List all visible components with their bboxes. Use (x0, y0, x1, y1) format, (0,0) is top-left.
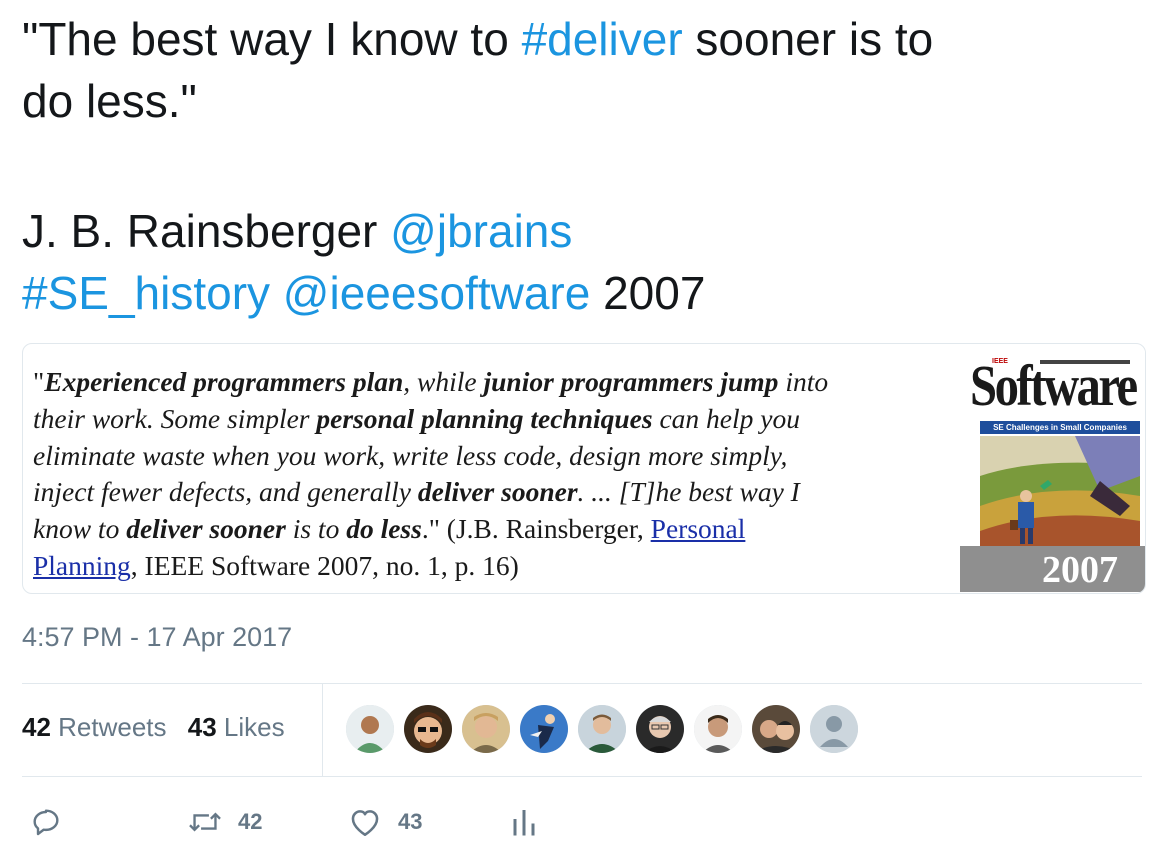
author-name-text: J. B. Rainsberger (22, 205, 391, 257)
retweet-button[interactable]: 42 (188, 800, 262, 844)
retweet-count: 42 (238, 809, 263, 834)
quote-text: "Experienced programmers plan, while jun… (33, 364, 953, 585)
stats-vertical-divider (322, 684, 323, 776)
cover-subtitle: SE Challenges in Small Companies (980, 421, 1140, 434)
hashtag-se-history-link[interactable]: #SE_history (22, 267, 270, 319)
analytics-button[interactable] (512, 800, 536, 844)
avatar[interactable] (578, 705, 626, 753)
cover-title: Software (970, 353, 1138, 418)
tweet-line-4: #SE_history @ieeesoftware 2007 (22, 262, 1142, 324)
likes-label: Likes (216, 712, 285, 742)
quote-segment: can help you (652, 402, 800, 434)
heart-icon (348, 806, 382, 838)
tweet-text: "The best way I know to #deliver sooner … (22, 8, 1142, 324)
likes-count: 43 (187, 712, 217, 742)
tweet-text-segment: "The best way I know to (22, 13, 522, 65)
quote-segment: , while (403, 366, 484, 397)
quote-emphasis: personal planning techniques (316, 402, 653, 434)
attached-image-card[interactable]: "Experienced programmers plan, while jun… (22, 343, 1146, 594)
quote-segment: is to (285, 513, 347, 545)
tweet-actions: 42 43 (22, 800, 722, 846)
cover-year: 2007 (1042, 549, 1118, 591)
liker-avatars (346, 705, 868, 755)
quote-segment: " (33, 366, 45, 397)
mention-ieeesoftware-link[interactable]: @ieeesoftware (283, 267, 591, 319)
tweet-year-text: 2007 (590, 267, 706, 319)
tweet-line-3: J. B. Rainsberger @jbrains (22, 200, 1142, 262)
quote-line: Planning, IEEE Software 2007, no. 1, p. … (33, 548, 953, 585)
tweet-spacer (22, 132, 1142, 200)
mention-jbrains-link[interactable]: @jbrains (390, 205, 572, 257)
tweet-line-1: "The best way I know to #deliver sooner … (22, 8, 1142, 70)
quote-line: inject fewer defects, and generally deli… (33, 474, 953, 511)
avatar[interactable] (694, 705, 742, 753)
quote-segment: . ... [T]he best way I (577, 476, 800, 508)
quote-segment: know to (33, 513, 127, 545)
quote-emphasis: deliver sooner (417, 476, 578, 508)
retweets-label: Retweets (50, 712, 167, 742)
reply-button[interactable] (30, 800, 62, 844)
like-count: 43 (398, 809, 423, 834)
reply-icon (30, 806, 62, 838)
personal-planning-link[interactable]: Personal (651, 513, 746, 544)
quote-segment: their work. Some simpler (33, 402, 317, 434)
quote-segment: eliminate waste when you work, write les… (33, 439, 788, 471)
quote-line: know to deliver sooner is to do less." (… (33, 511, 953, 548)
magazine-cover-image: IEEE Software SE Challenges in Small Com… (960, 350, 1145, 592)
quote-line: their work. Some simpler personal planni… (33, 401, 953, 438)
quote-emphasis: Experienced programmers plan (44, 366, 404, 397)
quote-emphasis: do less (346, 513, 422, 545)
retweets-stat-link[interactable]: 42 Retweets (22, 712, 167, 742)
engagement-stats: 42 Retweets 43 Likes (22, 712, 285, 743)
like-button[interactable]: 43 (348, 800, 422, 844)
avatar[interactable] (520, 705, 568, 753)
avatar[interactable] (404, 705, 452, 753)
avatar[interactable] (462, 705, 510, 753)
analytics-icon (512, 807, 536, 837)
avatar[interactable] (346, 705, 394, 753)
personal-planning-link[interactable]: Planning (33, 550, 131, 581)
retweets-count: 42 (22, 712, 51, 742)
quote-emphasis: junior programmers jump (483, 366, 779, 397)
divider-top (22, 683, 1142, 684)
quote-segment: inject fewer defects, and generally (33, 476, 418, 508)
avatar[interactable] (752, 705, 800, 753)
tweet-timestamp[interactable]: 4:57 PM - 17 Apr 2017 (22, 622, 292, 653)
quote-emphasis: deliver sooner (126, 513, 286, 545)
quote-segment: , IEEE Software 2007, no. 1, p. 16) (130, 549, 519, 581)
quote-line: "Experienced programmers plan, while jun… (33, 364, 953, 401)
quote-line: eliminate waste when you work, write les… (33, 438, 953, 475)
default-avatar-icon[interactable] (810, 705, 858, 753)
tweet-text-segment: sooner is to (682, 13, 934, 65)
retweet-icon (188, 807, 222, 837)
tweet-text-segment (270, 267, 283, 319)
divider-bottom (22, 776, 1142, 777)
quote-segment: ." (J.B. Rainsberger, (421, 513, 651, 545)
hashtag-deliver-link[interactable]: #deliver (522, 13, 683, 65)
cover-illustration (980, 436, 1140, 546)
likes-stat-link[interactable]: 43 Likes (188, 712, 285, 742)
quote-segment: into (778, 366, 829, 397)
avatar[interactable] (636, 705, 684, 753)
tweet-line-2: do less." (22, 75, 197, 127)
